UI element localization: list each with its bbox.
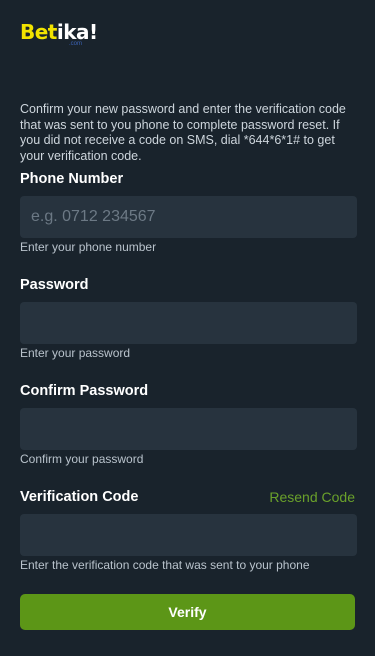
logo-wordmark: Betika! <box>20 20 98 44</box>
confirm-password-label: Confirm Password <box>20 383 149 399</box>
betika-logo[interactable]: Betika! .com <box>20 20 98 50</box>
phone-number-help: Enter your phone number <box>20 240 157 254</box>
logo-domain: .com <box>69 41 83 47</box>
confirm-password-help: Confirm your password <box>20 452 144 466</box>
phone-number-input[interactable] <box>20 196 357 238</box>
password-label: Password <box>20 277 89 293</box>
verify-button[interactable]: Verify <box>20 594 355 630</box>
password-input[interactable] <box>20 302 357 344</box>
logo-wordmark-bet: Bet <box>20 20 57 44</box>
verification-code-help: Enter the verification code that was sen… <box>20 558 310 572</box>
reset-password-screen: Betika! .com Confirm your new password a… <box>0 0 375 656</box>
verification-code-label: Verification Code <box>20 489 139 505</box>
resend-code-link[interactable]: Resend Code <box>269 488 355 506</box>
password-help: Enter your password <box>20 346 131 360</box>
verification-code-input[interactable] <box>20 514 357 556</box>
confirm-password-input[interactable] <box>20 408 357 450</box>
instructions-text: Confirm your new password and enter the … <box>20 102 346 163</box>
phone-number-label: Phone Number <box>20 171 124 187</box>
